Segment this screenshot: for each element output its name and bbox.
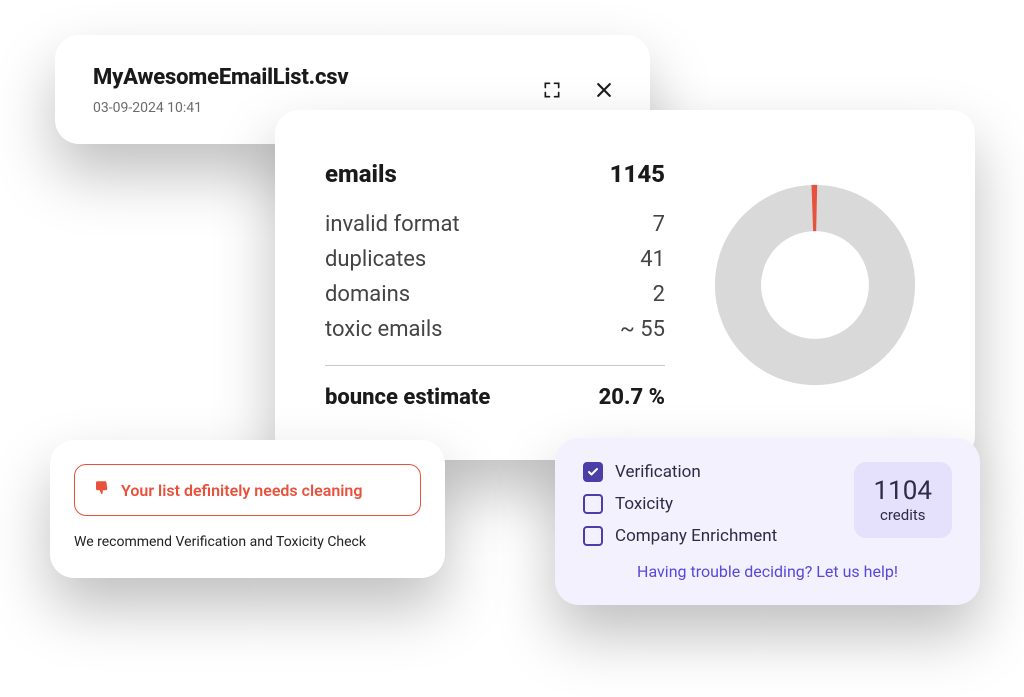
credits-label: credits: [874, 506, 932, 524]
warning-badge: Your list definitely needs cleaning: [74, 464, 421, 516]
stat-value: 1145: [610, 160, 665, 188]
option-verification[interactable]: Verification: [583, 462, 777, 482]
warning-subtext: We recommend Verification and Toxicity C…: [74, 534, 421, 550]
stat-label: duplicates: [325, 247, 426, 272]
donut-chart: [705, 175, 925, 395]
stat-label: domains: [325, 282, 410, 307]
credits-box: 1104 credits: [854, 462, 952, 538]
stat-row: invalid format 7: [325, 207, 665, 242]
thumbs-down-icon: [93, 479, 111, 501]
stat-label: emails: [325, 160, 397, 188]
stat-value: ~ 55: [620, 317, 665, 342]
stat-value: 7: [653, 212, 665, 237]
options-top: Verification Toxicity Company Enrichment…: [583, 462, 952, 546]
option-label: Company Enrichment: [615, 526, 777, 546]
stat-value: 2: [653, 282, 665, 307]
close-icon[interactable]: [592, 78, 616, 102]
warning-card: Your list definitely needs cleaning We r…: [50, 440, 445, 578]
file-name: MyAwesomeEmailList.csv: [93, 65, 612, 90]
option-label: Verification: [615, 462, 701, 482]
help-link[interactable]: Having trouble deciding? Let us help!: [583, 562, 952, 581]
stat-row: duplicates 41: [325, 242, 665, 277]
option-toxicity[interactable]: Toxicity: [583, 494, 777, 514]
file-card-actions: [540, 78, 616, 102]
option-label: Toxicity: [615, 494, 673, 514]
stat-bounce-row: bounce estimate 20.7 %: [325, 380, 665, 415]
stats-card: emails 1145 invalid format 7 duplicates …: [275, 110, 975, 460]
stat-value: 20.7 %: [599, 385, 665, 410]
credits-value: 1104: [874, 476, 932, 506]
expand-icon[interactable]: [540, 78, 564, 102]
stat-label: bounce estimate: [325, 385, 490, 410]
options-list: Verification Toxicity Company Enrichment: [583, 462, 777, 546]
stat-row: toxic emails ~ 55: [325, 312, 665, 347]
stat-label: invalid format: [325, 212, 460, 237]
checkbox-empty-icon: [583, 494, 603, 514]
stat-row: domains 2: [325, 277, 665, 312]
stats-list: emails 1145 invalid format 7 duplicates …: [325, 155, 665, 415]
stat-label: toxic emails: [325, 317, 443, 342]
option-company-enrichment[interactable]: Company Enrichment: [583, 526, 777, 546]
options-card: Verification Toxicity Company Enrichment…: [555, 438, 980, 605]
checkbox-empty-icon: [583, 526, 603, 546]
divider: [325, 365, 665, 366]
stat-value: 41: [640, 247, 665, 272]
checkbox-checked-icon: [583, 462, 603, 482]
warning-text: Your list definitely needs cleaning: [121, 481, 362, 500]
stat-emails-row: emails 1145: [325, 155, 665, 193]
